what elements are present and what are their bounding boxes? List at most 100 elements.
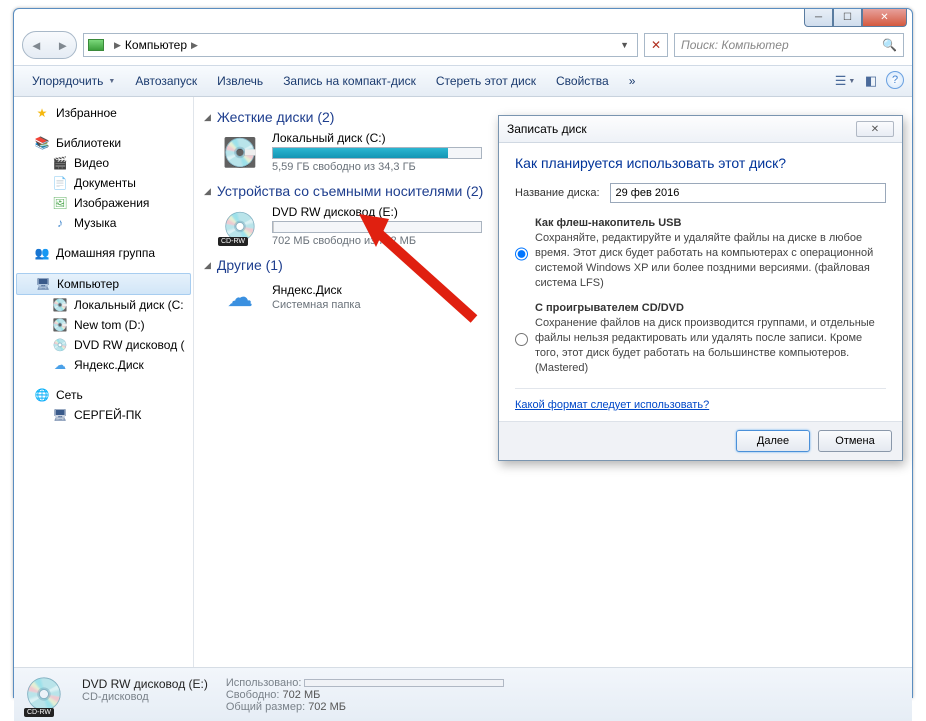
forward-icon: ► [56,38,69,53]
dialog-title-text: Записать диск [507,122,587,136]
window-controls: ─ ☐ ✕ [804,9,907,27]
maximize-button[interactable]: ☐ [833,9,862,27]
cdrw-badge: CD-RW [24,708,54,717]
disc-name-label: Название диска: [515,187,600,199]
radio-cddvd[interactable] [515,303,528,375]
sidebar-network-pc[interactable]: 🖥СЕРГЕЙ-ПК [14,405,193,425]
drive-name: Локальный диск (C:) [272,131,502,145]
option-usb-flash[interactable]: Как флеш-накопитель USB Сохраняйте, реда… [515,217,886,290]
cdrw-badge: CD-RW [218,237,248,246]
drive-subtext: 702 МБ свободно из 702 МБ [272,235,502,247]
images-icon: 🖼 [52,195,68,211]
sidebar-computer[interactable]: 🖥Компьютер [16,273,191,295]
sidebar-video[interactable]: 🎬Видео [14,153,193,173]
sidebar-yandex-disk[interactable]: ☁Яндекс.Диск [14,355,193,375]
sidebar-homegroup[interactable]: 👥Домашняя группа [14,243,193,263]
hdd-icon: 💽 [52,317,68,333]
sidebar-drive-d[interactable]: 💽New tom (D:) [14,315,193,335]
option-cddvd-desc: Сохранение файлов на диск производится г… [535,316,886,375]
radio-usb[interactable] [515,218,528,290]
explorer-window: ─ ☐ ✕ ◄ ► ▶ Компьютер ▶ ▼ ✕ Поиск: Компь… [13,8,913,698]
status-total-value: 702 МБ [308,701,346,713]
status-free-value: 702 МБ [283,689,321,701]
star-icon: ★ [34,105,50,121]
computer-icon: 🖥 [52,407,68,423]
network-icon: 🌐 [34,387,50,403]
status-total-label: Общий размер: [226,701,305,713]
dvd-icon: 💿CD-RW [218,208,262,244]
capacity-bar [272,147,482,159]
burn-disc-dialog: Записать диск ✕ Как планируется использо… [498,115,903,461]
cancel-button[interactable]: Отмена [818,430,892,452]
address-dropdown[interactable]: ▼ [616,40,633,50]
dvd-icon: 💿CD-RW [24,675,72,715]
status-drive-name: DVD RW дисковод (E:) [82,677,208,691]
dialog-titlebar[interactable]: Записать диск ✕ [499,116,902,143]
status-used-bar [304,679,504,687]
search-icon: 🔍 [882,38,897,52]
status-free-label: Свободно: [226,689,280,701]
dialog-heading: Как планируется использовать этот диск? [515,155,886,171]
status-bar: 💿CD-RW DVD RW дисковод (E:) CD-дисковод … [14,667,912,721]
sidebar-favorites[interactable]: ★Избранное [14,103,193,123]
computer-icon: 🖥 [35,276,51,292]
back-icon: ◄ [30,38,43,53]
minimize-button[interactable]: ─ [804,9,833,27]
option-usb-desc: Сохраняйте, редактируйте и удаляйте файл… [535,231,886,290]
sidebar-libraries[interactable]: 📚Библиотеки [14,133,193,153]
view-mode-button[interactable]: ☰ [834,71,856,91]
documents-icon: 📄 [52,175,68,191]
autoplay-button[interactable]: Автозапуск [125,70,207,92]
video-icon: 🎬 [52,155,68,171]
drive-subtext: 5,59 ГБ свободно из 34,3 ГБ [272,161,502,173]
chevron-right-icon: ▶ [114,40,121,51]
yandex-disk-icon: ☁ [218,279,262,315]
help-button[interactable]: ? [886,71,904,89]
collapse-icon: ◢ [204,260,211,271]
dvd-icon: 💿 [52,337,68,353]
search-placeholder: Поиск: Компьютер [681,38,789,52]
stop-refresh-button[interactable]: ✕ [644,33,668,57]
hdd-icon: 💽 [52,297,68,313]
nav-back-forward[interactable]: ◄ ► [22,31,77,59]
drive-name: DVD RW дисковод (E:) [272,205,502,219]
libraries-icon: 📚 [34,135,50,151]
address-row: ◄ ► ▶ Компьютер ▶ ▼ ✕ Поиск: Компьютер 🔍 [14,9,912,65]
format-help-link[interactable]: Какой формат следует использовать? [515,399,709,411]
option-cddvd-title: С проигрывателем CD/DVD [535,302,886,314]
status-drive-type: CD-дисковод [82,691,208,703]
capacity-bar [272,221,482,233]
sidebar-drive-e[interactable]: 💿DVD RW дисковод ( [14,335,193,355]
sidebar-network[interactable]: 🌐Сеть [14,385,193,405]
sidebar-drive-c[interactable]: 💽Локальный диск (C: [14,295,193,315]
dialog-close-button[interactable]: ✕ [856,121,894,137]
drive-subtext: Системная папка [272,299,502,311]
next-button[interactable]: Далее [736,430,810,452]
close-button[interactable]: ✕ [862,9,907,27]
music-icon: ♪ [52,215,68,231]
drive-name: Яндекс.Диск [272,283,502,297]
sidebar-music[interactable]: ♪Музыка [14,213,193,233]
collapse-icon: ◢ [204,112,211,123]
preview-pane-button[interactable]: ◧ [860,71,882,91]
homegroup-icon: 👥 [34,245,50,261]
search-input[interactable]: Поиск: Компьютер 🔍 [674,33,904,57]
erase-button[interactable]: Стереть этот диск [426,70,546,92]
more-menu[interactable]: » [619,70,646,92]
option-usb-title: Как флеш-накопитель USB [535,217,886,229]
organize-menu[interactable]: Упорядочить [22,70,125,92]
breadcrumb-computer[interactable]: Компьютер [125,38,187,52]
sidebar-documents[interactable]: 📄Документы [14,173,193,193]
burn-button[interactable]: Запись на компакт-диск [273,70,426,92]
disc-name-input[interactable] [610,183,886,203]
status-used-label: Использовано: [226,677,302,689]
sidebar-images[interactable]: 🖼Изображения [14,193,193,213]
address-bar[interactable]: ▶ Компьютер ▶ ▼ [83,33,638,57]
properties-button[interactable]: Свойства [546,70,619,92]
eject-button[interactable]: Извлечь [207,70,273,92]
toolbar: Упорядочить Автозапуск Извлечь Запись на… [14,65,912,97]
option-cd-dvd[interactable]: С проигрывателем CD/DVD Сохранение файло… [515,302,886,375]
chevron-right-icon: ▶ [191,40,198,51]
hdd-icon: 💽 [218,134,262,170]
collapse-icon: ◢ [204,186,211,197]
